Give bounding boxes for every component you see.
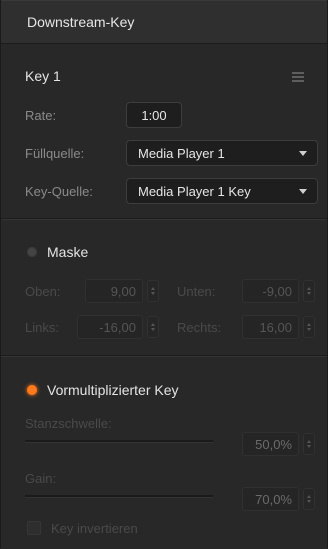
- clip-input[interactable]: 50,0%: [242, 432, 299, 456]
- menu-icon[interactable]: [292, 72, 304, 84]
- clip-stepper[interactable]: [303, 433, 315, 455]
- key-title: Key 1: [25, 68, 61, 84]
- invert-key-checkbox[interactable]: [27, 521, 41, 535]
- fill-source-value: Media Player 1: [138, 145, 225, 161]
- mask-toggle[interactable]: [27, 247, 37, 257]
- premultiplied-title: Vormultiplizierter Key: [47, 382, 179, 398]
- rate-label: Rate:: [25, 108, 57, 123]
- mask-left-label: Links:: [25, 320, 59, 335]
- fill-source-label: Füllquelle:: [25, 146, 85, 161]
- panel-header: Downstream-Key: [1, 0, 327, 44]
- gain-input[interactable]: 70,0%: [242, 487, 299, 511]
- mask-bottom-stepper[interactable]: [303, 280, 315, 302]
- gain-stepper[interactable]: [303, 488, 315, 510]
- mask-title: Maske: [47, 244, 89, 260]
- downstream-key-panel: Downstream-Key Key 1 Rate: 1:00 Füllquel…: [0, 0, 328, 548]
- mask-bottom-label: Unten:: [177, 284, 216, 299]
- mask-left-stepper[interactable]: [147, 316, 159, 338]
- key-section: Key 1 Rate: 1:00 Füllquelle: Media Playe…: [1, 44, 327, 219]
- mask-top-input[interactable]: 9,00: [85, 279, 143, 303]
- key-source-dropdown[interactable]: Media Player 1 Key: [126, 178, 318, 204]
- key-source-value: Media Player 1 Key: [138, 183, 251, 199]
- mask-left-input[interactable]: -16,00: [77, 315, 143, 339]
- mask-right-stepper[interactable]: [303, 316, 315, 338]
- mask-section: Maske Oben: 9,00 Unten: -9,00 Links: -16…: [1, 219, 327, 356]
- fill-source-dropdown[interactable]: Media Player 1: [126, 140, 318, 166]
- clip-slider[interactable]: [25, 440, 213, 443]
- chevron-down-icon: [299, 189, 307, 194]
- clip-label: Stanzschwelle:: [25, 416, 112, 431]
- gain-slider[interactable]: [25, 495, 213, 498]
- mask-bottom-input[interactable]: -9,00: [242, 279, 299, 303]
- mask-top-stepper[interactable]: [147, 280, 159, 302]
- key-source-label: Key-Quelle:: [25, 184, 93, 199]
- premultiplied-toggle[interactable]: [27, 385, 37, 395]
- gain-label: Gain:: [25, 471, 57, 486]
- chevron-down-icon: [299, 151, 307, 156]
- panel-title: Downstream-Key: [27, 13, 135, 30]
- mask-right-label: Rechts:: [177, 320, 222, 335]
- premultiplied-key-section: Vormultiplizierter Key Stanzschwelle: 50…: [1, 356, 327, 549]
- invert-key-label: Key invertieren: [51, 521, 138, 536]
- mask-top-label: Oben:: [25, 284, 61, 299]
- mask-right-input[interactable]: 16,00: [242, 315, 299, 339]
- rate-input[interactable]: 1:00: [126, 102, 182, 128]
